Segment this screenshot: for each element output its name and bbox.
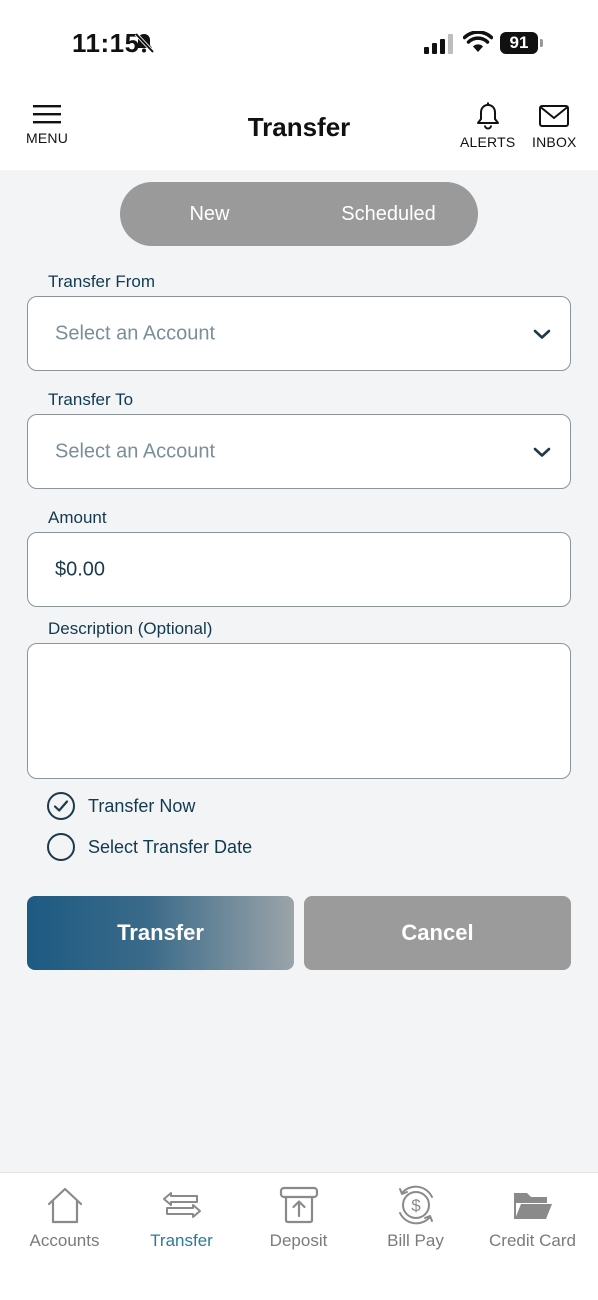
cellular-signal-icon: [424, 34, 453, 54]
bottom-nav: Accounts Transfer Deposit $ Bill Pay Cre…: [0, 1172, 598, 1300]
svg-text:$: $: [411, 1196, 421, 1215]
bill-pay-icon: $: [398, 1185, 433, 1225]
description-box: [27, 643, 571, 779]
nav-credit-card[interactable]: Credit Card: [474, 1185, 591, 1251]
tab-scheduled[interactable]: Scheduled: [299, 182, 478, 246]
cancel-button[interactable]: Cancel: [304, 896, 571, 970]
transfer-from-select[interactable]: Select an Account: [27, 296, 571, 371]
alerts-button[interactable]: ALERTS: [460, 102, 515, 150]
transfer-to-placeholder: Select an Account: [55, 440, 216, 462]
nav-deposit[interactable]: Deposit: [240, 1185, 357, 1251]
transfer-from-placeholder: Select an Account: [55, 322, 216, 344]
description-input[interactable]: [28, 644, 570, 778]
amount-field[interactable]: $0.00: [27, 532, 571, 607]
envelope-icon: [539, 105, 570, 127]
description-label: Description (Optional): [48, 619, 213, 638]
transfer-button[interactable]: Transfer: [27, 896, 294, 970]
transfer-to-label: Transfer To: [48, 390, 134, 409]
wifi-icon: [463, 31, 493, 52]
transfer-now-option[interactable]: Transfer Now: [47, 792, 195, 820]
tab-new[interactable]: New: [120, 182, 299, 246]
nav-accounts-label: Accounts: [29, 1231, 100, 1250]
select-transfer-date-label: Select Transfer Date: [88, 836, 253, 857]
folder-icon: [513, 1193, 552, 1219]
status-bar: 11:15 91: [0, 0, 598, 88]
amount-value: $0.00: [55, 558, 106, 580]
silent-bell-icon: [134, 32, 155, 54]
nav-accounts[interactable]: Accounts: [6, 1185, 123, 1251]
app-header: MENU Transfer ALERTS INBOX: [0, 88, 598, 170]
nav-bill-pay[interactable]: $ Bill Pay: [357, 1185, 474, 1251]
select-transfer-date-option[interactable]: Select Transfer Date: [47, 833, 252, 861]
home-icon: [47, 1187, 82, 1224]
inbox-button[interactable]: INBOX: [532, 102, 577, 150]
inbox-label: INBOX: [532, 134, 577, 150]
nav-transfer[interactable]: Transfer: [123, 1185, 240, 1251]
nav-credit-card-label: Credit Card: [489, 1231, 576, 1250]
alerts-label: ALERTS: [460, 134, 516, 150]
transfer-from-label: Transfer From: [48, 272, 156, 291]
transfer-to-select[interactable]: Select an Account: [27, 414, 571, 489]
radio-unchecked-icon: [47, 833, 75, 861]
nav-bill-pay-label: Bill Pay: [387, 1231, 444, 1250]
chevron-down-icon: [533, 447, 551, 457]
nav-transfer-label: Transfer: [150, 1231, 213, 1250]
nav-deposit-label: Deposit: [269, 1231, 328, 1250]
deposit-icon: [279, 1186, 318, 1224]
transfer-arrows-icon: [162, 1192, 201, 1218]
transfer-now-label: Transfer Now: [88, 795, 196, 816]
status-time: 11:15: [72, 28, 140, 58]
bell-icon: [476, 102, 499, 130]
amount-label: Amount: [48, 508, 107, 527]
transfer-type-tabs: New Scheduled: [120, 182, 478, 246]
chevron-down-icon: [533, 329, 551, 339]
battery-level: 91: [500, 32, 538, 54]
battery-icon: 91: [500, 32, 544, 54]
radio-checked-icon: [47, 792, 75, 820]
